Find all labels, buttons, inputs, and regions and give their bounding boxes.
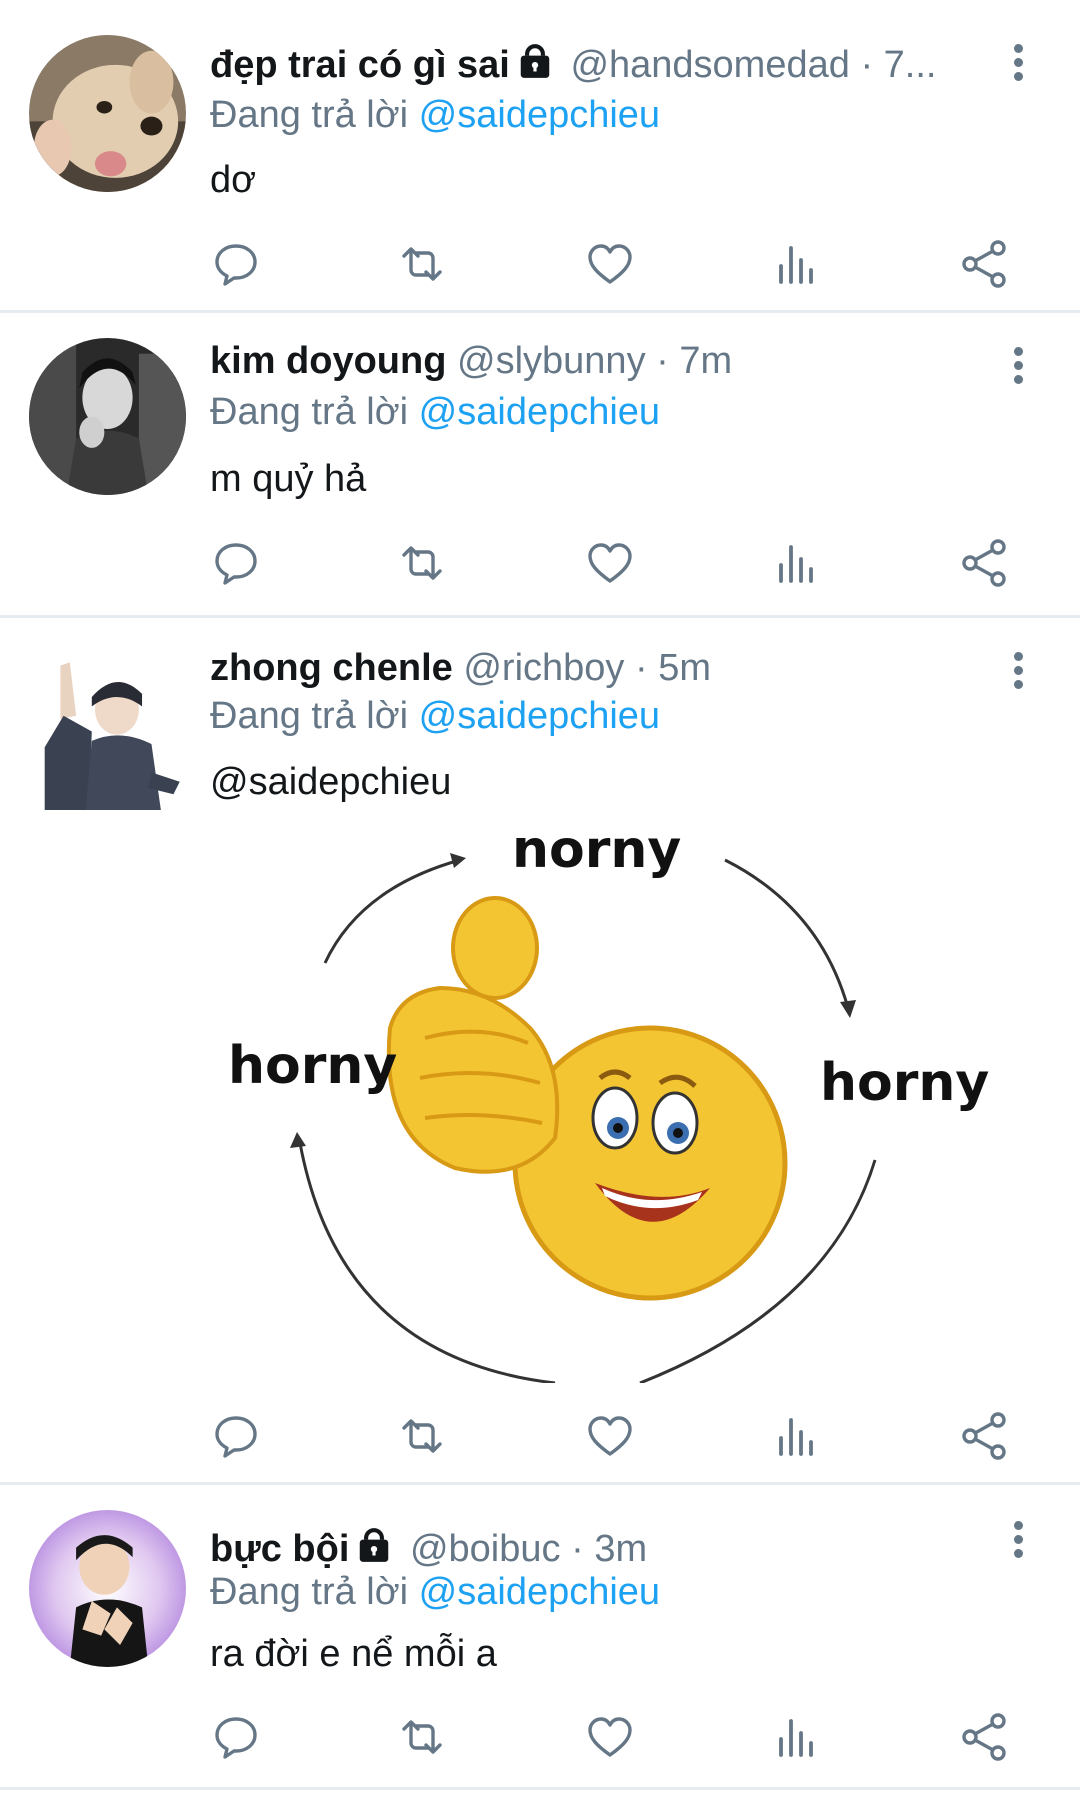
user-handle[interactable]: @slybunny [457, 340, 646, 382]
share-icon[interactable] [956, 236, 1012, 292]
display-name[interactable]: đẹp trai có gì sai [210, 44, 510, 86]
display-name[interactable]: kim doyoung [210, 340, 446, 382]
reply-icon[interactable] [208, 1709, 264, 1765]
avatar[interactable] [29, 1510, 186, 1667]
tweet-actions [0, 535, 1080, 591]
avatar[interactable] [29, 338, 186, 495]
retweet-icon[interactable] [394, 1709, 450, 1765]
more-options-icon[interactable] [1006, 1521, 1030, 1561]
tweet-media[interactable]: horny horny horny [210, 838, 990, 1383]
replying-mention[interactable]: @saidepchieu [419, 695, 660, 737]
user-handle[interactable]: @richboy [463, 647, 624, 689]
retweet-icon[interactable] [394, 535, 450, 591]
timestamp[interactable]: 7... [884, 44, 937, 86]
tweet-header: đẹp trai có gì sai @handsomedad · 7... [210, 42, 970, 92]
analytics-icon[interactable] [769, 1408, 825, 1464]
display-name[interactable]: zhong chenle [210, 647, 453, 689]
replying-mention[interactable]: @saidepchieu [419, 391, 660, 433]
retweet-icon[interactable] [394, 1408, 450, 1464]
replying-label: Đang trả lời [210, 94, 409, 136]
like-icon[interactable] [582, 236, 638, 292]
tweet-actions [0, 1709, 1080, 1765]
tweet-header: zhong chenle @richboy · 5m [210, 645, 970, 691]
tweet-actions [0, 1408, 1080, 1464]
replying-mention[interactable]: @saidepchieu [419, 1571, 660, 1613]
like-icon[interactable] [582, 535, 638, 591]
replying-label: Đang trả lời [210, 1571, 409, 1613]
replying-to: Đang trả lời @saidepchieu [210, 693, 660, 739]
analytics-icon[interactable] [769, 535, 825, 591]
tweet-actions [0, 236, 1080, 292]
reply-icon[interactable] [208, 1408, 264, 1464]
user-handle[interactable]: @boibuc [410, 1528, 561, 1570]
tweet-header: kim doyoung @slybunny · 7m [210, 338, 970, 384]
tweet-text[interactable]: @saidepchieu [210, 759, 451, 805]
more-options-icon[interactable] [1006, 652, 1030, 692]
analytics-icon[interactable] [769, 1709, 825, 1765]
reply-icon[interactable] [208, 236, 264, 292]
tweet-text: dơ [210, 159, 257, 201]
share-icon[interactable] [956, 1709, 1012, 1765]
tweet[interactable]: kim doyoung @slybunny · 7m Đang trả lời … [0, 313, 1080, 615]
like-icon[interactable] [582, 1709, 638, 1765]
tweet-divider [0, 1787, 1080, 1790]
reply-icon[interactable] [208, 535, 264, 591]
separator-dot: · [860, 44, 874, 86]
tweet[interactable]: đẹp trai có gì sai @handsomedad · 7... Đ… [0, 0, 1080, 310]
separator-dot: · [635, 647, 648, 689]
meme-label-left: horny [228, 1036, 398, 1096]
like-icon[interactable] [582, 1408, 638, 1464]
share-icon[interactable] [956, 535, 1012, 591]
display-name[interactable]: bực bội [210, 1528, 349, 1570]
lock-icon [516, 43, 554, 92]
timestamp[interactable]: 3m [594, 1528, 647, 1570]
share-icon[interactable] [956, 1408, 1012, 1464]
avatar[interactable] [29, 653, 186, 810]
tweet-text: ra đời e nể mỗi a [210, 1633, 497, 1675]
more-options-icon[interactable] [1006, 44, 1030, 84]
analytics-icon[interactable] [769, 236, 825, 292]
replying-to: Đang trả lời @saidepchieu [210, 92, 660, 138]
avatar[interactable] [29, 35, 186, 192]
user-handle[interactable]: @handsomedad [570, 44, 849, 86]
separator-dot: · [571, 1528, 584, 1570]
tweet[interactable]: zhong chenle @richboy · 5m Đang trả lời … [0, 618, 1080, 1482]
more-options-icon[interactable] [1006, 347, 1030, 387]
meme-label-right: horny [820, 1053, 990, 1113]
replying-mention[interactable]: @saidepchieu [419, 94, 660, 136]
meme-label-top: horny [512, 838, 682, 880]
replying-to: Đang trả lời @saidepchieu [210, 389, 660, 435]
replying-label: Đang trả lời [210, 391, 409, 433]
separator-dot: · [656, 340, 669, 382]
timestamp[interactable]: 7m [679, 340, 732, 382]
tweet[interactable]: bực bội @boibuc · 3m Đang trả lời @saide… [0, 1485, 1080, 1787]
tweet-text: m quỷ hả [210, 458, 367, 500]
replying-label: Đang trả lời [210, 695, 409, 737]
timestamp[interactable]: 5m [658, 647, 711, 689]
replying-to: Đang trả lời @saidepchieu [210, 1569, 660, 1615]
retweet-icon[interactable] [394, 236, 450, 292]
